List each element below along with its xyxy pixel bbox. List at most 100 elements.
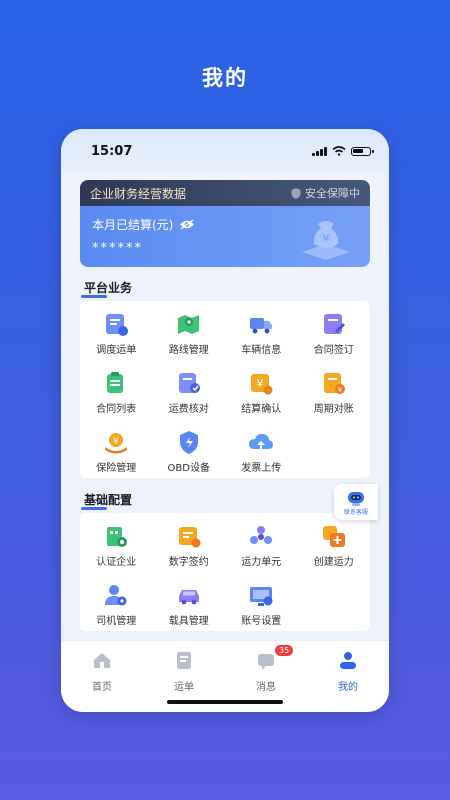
profile-icon bbox=[337, 649, 359, 675]
tab-label: 消息 bbox=[256, 682, 276, 693]
account-settings-icon bbox=[247, 582, 275, 608]
platform-item-label: 结算确认 bbox=[241, 404, 282, 415]
tab-message[interactable]: 消息 35 bbox=[225, 641, 307, 693]
message-icon bbox=[255, 649, 277, 675]
platform-item-label: 路线管理 bbox=[168, 345, 209, 356]
contract-list-icon bbox=[102, 370, 130, 396]
create-capacity-icon bbox=[320, 523, 348, 549]
period-reconcile-icon: ¥ bbox=[320, 370, 348, 396]
svg-text:¥: ¥ bbox=[113, 437, 119, 447]
settlement-icon: ¥ bbox=[247, 370, 275, 396]
shield-icon bbox=[291, 187, 301, 199]
basic-item-label: 载具管理 bbox=[168, 616, 209, 627]
basic-item-label: 创建运力 bbox=[313, 557, 354, 568]
basic-item[interactable]: 认证企业 bbox=[80, 513, 153, 572]
svg-text:¥: ¥ bbox=[338, 386, 343, 394]
page-heading: 我的 bbox=[202, 66, 248, 90]
platform-item[interactable]: OBD设备 bbox=[153, 419, 226, 478]
company-auth-icon bbox=[102, 523, 130, 549]
platform-item[interactable]: 路线管理 bbox=[153, 301, 226, 360]
tab-waybill[interactable]: 运单 bbox=[143, 641, 225, 693]
route-map-icon bbox=[175, 311, 203, 337]
basic-item[interactable]: 创建运力 bbox=[298, 513, 371, 572]
finance-card[interactable]: 企业财务经营数据 安全保障中 本月已结算(元) ****** ¥ bbox=[80, 180, 370, 267]
tab-profile[interactable]: 我的 bbox=[307, 641, 389, 693]
finance-card-header: 企业财务经营数据 安全保障中 bbox=[80, 180, 370, 206]
unread-badge: 35 bbox=[275, 645, 294, 656]
basic-grid: 认证企业 数字签约 运力单元 创建运力司机管理 载具管理 账号设置 bbox=[80, 513, 370, 631]
platform-section-title: 平台业务 bbox=[80, 281, 133, 298]
basic-section-title: 基础配置 bbox=[80, 493, 133, 510]
dispatch-order-icon bbox=[102, 311, 130, 337]
platform-item[interactable]: ¥ 周期对账 bbox=[298, 360, 371, 419]
tab-label: 我的 bbox=[338, 682, 358, 693]
tabs: 首页 运单 消息 35 我的 bbox=[61, 641, 389, 693]
platform-item-label: 调度运单 bbox=[96, 345, 137, 356]
platform-item-label: 合同列表 bbox=[96, 404, 137, 415]
basic-item-label: 司机管理 bbox=[96, 616, 137, 627]
platform-item-label: OBD设备 bbox=[167, 463, 210, 474]
tab-label: 首页 bbox=[92, 682, 112, 693]
signal-icon bbox=[312, 146, 327, 156]
capacity-unit-icon bbox=[247, 523, 275, 549]
basic-item-label: 账号设置 bbox=[241, 616, 282, 627]
platform-item[interactable]: 合同签订 bbox=[298, 301, 371, 360]
svg-text:¥: ¥ bbox=[257, 377, 264, 390]
basic-item[interactable]: 账号设置 bbox=[225, 572, 298, 631]
robot-icon bbox=[348, 491, 364, 506]
basic-grid-card: 认证企业 数字签约 运力单元 创建运力司机管理 载具管理 账号设置 bbox=[80, 513, 370, 631]
truck-icon bbox=[247, 311, 275, 337]
platform-item[interactable]: 运费核对 bbox=[153, 360, 226, 419]
platform-item[interactable]: 调度运单 bbox=[80, 301, 153, 360]
platform-item[interactable]: ¥ 结算确认 bbox=[225, 360, 298, 419]
tab-label: 运单 bbox=[174, 682, 194, 693]
basic-item[interactable]: 司机管理 bbox=[80, 572, 153, 631]
platform-item[interactable]: 车辆信息 bbox=[225, 301, 298, 360]
eye-toggle-icon[interactable] bbox=[179, 219, 195, 230]
obd-device-icon bbox=[175, 429, 203, 455]
platform-item-label: 发票上传 bbox=[241, 463, 282, 474]
status-icons bbox=[312, 146, 374, 156]
vehicle-icon bbox=[175, 582, 203, 608]
platform-item[interactable]: 发票上传 bbox=[225, 419, 298, 478]
platform-item-label: 运费核对 bbox=[168, 404, 209, 415]
money-bag-icon: ¥ bbox=[302, 221, 350, 260]
contract-sign-icon bbox=[320, 311, 348, 337]
basic-item[interactable]: 载具管理 bbox=[153, 572, 226, 631]
platform-item-label: 合同签订 bbox=[313, 345, 354, 356]
finance-card-title: 企业财务经营数据 bbox=[90, 186, 187, 201]
cloud-upload-icon bbox=[247, 429, 275, 455]
customer-service-button[interactable]: 联系客服 bbox=[334, 484, 378, 520]
safe-status: 安全保障中 bbox=[291, 185, 360, 201]
waybill-icon bbox=[173, 649, 195, 675]
settled-label: 本月已结算(元) bbox=[92, 218, 174, 232]
platform-item-label: 车辆信息 bbox=[241, 345, 282, 356]
basic-item-label: 运力单元 bbox=[241, 557, 282, 568]
safe-label: 安全保障中 bbox=[305, 187, 360, 200]
platform-item-label: 周期对账 bbox=[313, 404, 354, 415]
svg-text:¥: ¥ bbox=[323, 232, 330, 245]
basic-item[interactable]: 运力单元 bbox=[225, 513, 298, 572]
status-time: 15:07 bbox=[91, 144, 133, 159]
finance-card-body: 本月已结算(元) ****** ¥ bbox=[80, 206, 370, 267]
driver-icon bbox=[102, 582, 130, 608]
home-indicator bbox=[167, 700, 283, 704]
platform-grid-card: 调度运单 路线管理 车辆信息 合同签订合同列表 运费核对 ¥ 结算确认 ¥ 周期对账 ¥ 保险管理 O… bbox=[80, 301, 370, 478]
status-bar: 15:07 bbox=[61, 129, 389, 175]
basic-item-label: 认证企业 bbox=[96, 557, 137, 568]
tab-bar: 首页 运单 消息 35 我的 bbox=[61, 640, 389, 712]
wifi-icon bbox=[332, 146, 346, 156]
digital-sign-icon bbox=[175, 523, 203, 549]
tab-home[interactable]: 首页 bbox=[61, 641, 143, 693]
platform-item-label: 保险管理 bbox=[96, 463, 137, 474]
phone-screen: 15:07 企业财务经营数据 安全保障中 本月已结算(元) ****** ¥ 平… bbox=[61, 129, 389, 712]
insurance-icon: ¥ bbox=[102, 429, 130, 455]
basic-item-label: 数字签约 bbox=[168, 557, 209, 568]
platform-item[interactable]: 合同列表 bbox=[80, 360, 153, 419]
platform-item[interactable]: ¥ 保险管理 bbox=[80, 419, 153, 478]
basic-item[interactable]: 数字签约 bbox=[153, 513, 226, 572]
customer-service-label: 联系客服 bbox=[343, 508, 368, 516]
battery-icon bbox=[351, 146, 374, 156]
home-icon bbox=[91, 649, 113, 675]
freight-check-icon bbox=[175, 370, 203, 396]
